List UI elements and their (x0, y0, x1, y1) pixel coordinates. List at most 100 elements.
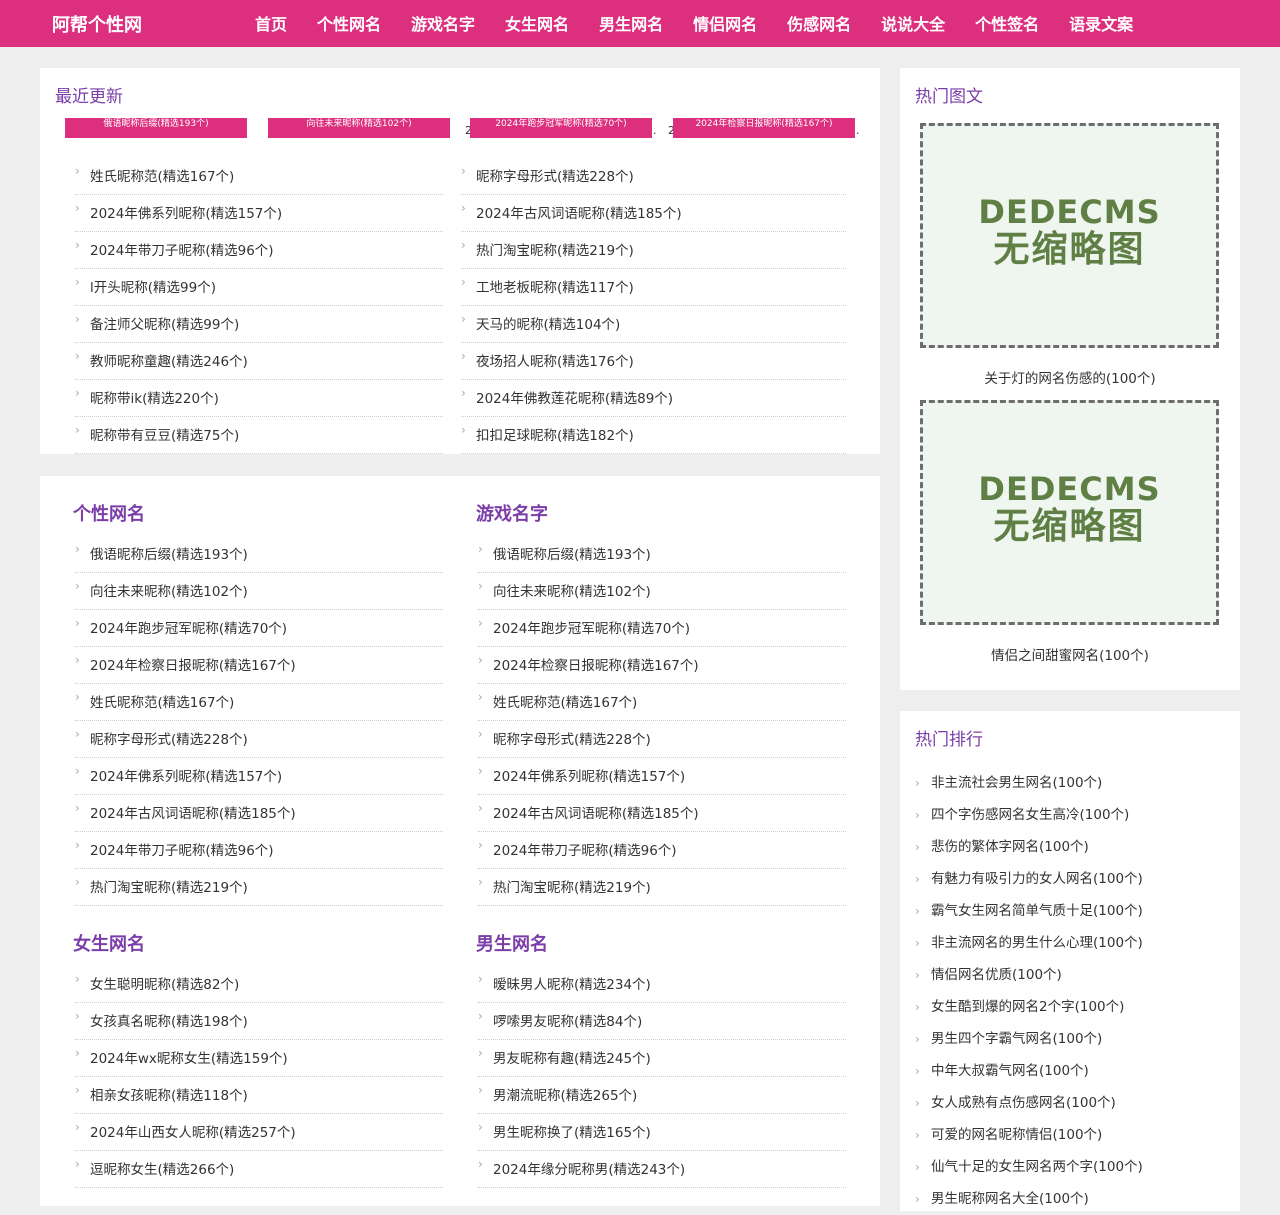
nav-item-qinglv[interactable]: 情侣网名 (678, 0, 772, 47)
rank-item[interactable]: › 非主流社会男生网名(100个) (915, 767, 1225, 799)
rank-item[interactable]: › 非主流网名的男生什么心理(100个) (915, 927, 1225, 959)
list-item[interactable]: › 2024年缘分昵称男(精选243个) (478, 1151, 846, 1188)
nav-item-gexing[interactable]: 个性网名 (302, 0, 396, 47)
list-item[interactable]: › 2024年带刀子昵称(精选96个) (75, 232, 443, 269)
list-item[interactable]: › 2024年跑步冠军昵称(精选70个) (75, 610, 443, 647)
list-item-label: 扣扣足球昵称(精选182个) (476, 428, 634, 444)
list-item[interactable]: › 俄语昵称后缀(精选193个) (478, 536, 846, 573)
list-item[interactable]: › 向往未来昵称(精选102个) (75, 573, 443, 610)
nav-item-yulu[interactable]: 语录文案 (1054, 0, 1148, 47)
list-item[interactable]: › 姓氏昵称范(精选167个) (75, 684, 443, 721)
category-title-youxi[interactable]: 游戏名字 (476, 500, 548, 526)
thumbnail-placeholder-image[interactable]: DEDECMS 无缩略图 (920, 400, 1219, 625)
thumbnail-placeholder-image[interactable]: DEDECMS 无缩略图 (920, 123, 1219, 348)
rank-item[interactable]: › 霸气女生网名简单气质十足(100个) (915, 895, 1225, 927)
recent-thumb[interactable]: 2024年检察日报昵称(精选167个) (673, 118, 855, 138)
list-item[interactable]: › 2024年佛教莲花昵称(精选89个) (461, 380, 846, 417)
rank-item[interactable]: › 四个字伤感网名女生高冷(100个) (915, 799, 1225, 831)
list-item[interactable]: › 姓氏昵称范(精选167个) (75, 158, 443, 195)
list-item[interactable]: › 2024年wx昵称女生(精选159个) (75, 1040, 443, 1077)
nav-item-youxi[interactable]: 游戏名字 (396, 0, 490, 47)
list-item[interactable]: › 扣扣足球昵称(精选182个) (461, 417, 846, 454)
hot-image-caption[interactable]: 情侣之间甜蜜网名(100个) (900, 644, 1240, 664)
chevron-right-icon: › (75, 542, 80, 556)
rank-item[interactable]: › 女生酷到爆的网名2个字(100个) (915, 991, 1225, 1023)
chevron-right-icon: › (478, 1083, 483, 1097)
list-item[interactable]: › 逗昵称女生(精选266个) (75, 1151, 443, 1188)
list-item[interactable]: › 2024年检察日报昵称(精选167个) (75, 647, 443, 684)
list-item[interactable]: › 昵称字母形式(精选228个) (75, 721, 443, 758)
chevron-right-icon: › (478, 579, 483, 593)
list-item[interactable]: › 暧昧男人昵称(精选234个) (478, 966, 846, 1003)
rank-item[interactable]: › 男生四个字霸气网名(100个) (915, 1023, 1225, 1055)
list-item[interactable]: › 2024年跑步冠军昵称(精选70个) (478, 610, 846, 647)
list-item[interactable]: › 女孩真名昵称(精选198个) (75, 1003, 443, 1040)
recent-thumb[interactable]: 2024年跑步冠军昵称(精选70个) (470, 118, 652, 138)
rank-item[interactable]: › 可爱的网名昵称情侣(100个) (915, 1119, 1225, 1151)
list-item[interactable]: › 2024年带刀子昵称(精选96个) (478, 832, 846, 869)
hot-rank-list: › 非主流社会男生网名(100个) › 四个字伤感网名女生高冷(100个) › 悲伤的… (915, 767, 1225, 1215)
list-item[interactable]: › 男潮流昵称(精选265个) (478, 1077, 846, 1114)
recent-updates-panel: 最近更新 俄语昵称后缀(精选193个) 向往未来昵称(精选102个) 2 202… (40, 68, 880, 454)
list-item[interactable]: › 2024年佛系列昵称(精选157个) (478, 758, 846, 795)
list-item[interactable]: › 相亲女孩昵称(精选118个) (75, 1077, 443, 1114)
rank-item[interactable]: › 情侣网名优质(100个) (915, 959, 1225, 991)
list-item[interactable]: › 男友昵称有趣(精选245个) (478, 1040, 846, 1077)
rank-item[interactable]: › 女人成熟有点伤感网名(100个) (915, 1087, 1225, 1119)
list-item[interactable]: › 昵称字母形式(精选228个) (478, 721, 846, 758)
rank-item[interactable]: › 中年大叔霸气网名(100个) (915, 1055, 1225, 1087)
list-item[interactable]: › 备注师父昵称(精选99个) (75, 306, 443, 343)
list-item[interactable]: › 啰嗦男友昵称(精选84个) (478, 1003, 846, 1040)
nav-item-shuoshuo[interactable]: 说说大全 (866, 0, 960, 47)
list-item[interactable]: › 热门淘宝昵称(精选219个) (478, 869, 846, 906)
site-logo[interactable]: 阿帮个性网 (52, 11, 142, 37)
category-title-nvsheng[interactable]: 女生网名 (73, 930, 145, 956)
list-item[interactable]: › 2024年检察日报昵称(精选167个) (478, 647, 846, 684)
list-item[interactable]: › 姓氏昵称范(精选167个) (478, 684, 846, 721)
rank-item[interactable]: › 悲伤的繁体字网名(100个) (915, 831, 1225, 863)
chevron-right-icon: › (75, 972, 80, 986)
list-item[interactable]: › 2024年古风词语昵称(精选185个) (75, 795, 443, 832)
nav-item-shanggan[interactable]: 伤感网名 (772, 0, 866, 47)
rank-item[interactable]: › 有魅力有吸引力的女人网名(100个) (915, 863, 1225, 895)
list-item[interactable]: › 2024年带刀子昵称(精选96个) (75, 832, 443, 869)
list-item-label: 教师昵称童趣(精选246个) (90, 354, 248, 370)
list-item[interactable]: › 工地老板昵称(精选117个) (461, 269, 846, 306)
list-item[interactable]: › 向往未来昵称(精选102个) (478, 573, 846, 610)
hot-image-caption[interactable]: 关于灯的网名伤感的(100个) (900, 367, 1240, 387)
rank-item[interactable]: › 男生昵称网名大全(100个) (915, 1183, 1225, 1215)
list-item[interactable]: › 俄语昵称后缀(精选193个) (75, 536, 443, 573)
list-item[interactable]: › 天马的昵称(精选104个) (461, 306, 846, 343)
list-item[interactable]: › 2024年古风词语昵称(精选185个) (478, 795, 846, 832)
nav-item-nvsheng[interactable]: 女生网名 (490, 0, 584, 47)
category-title-nansheng[interactable]: 男生网名 (476, 930, 548, 956)
list-item[interactable]: › 热门淘宝昵称(精选219个) (75, 869, 443, 906)
list-item[interactable]: › 女生聪明昵称(精选82个) (75, 966, 443, 1003)
list-item[interactable]: › 昵称带有豆豆(精选75个) (75, 417, 443, 454)
chevron-right-icon: › (75, 312, 80, 326)
list-item[interactable]: › 男生昵称换了(精选165个) (478, 1114, 846, 1151)
list-item[interactable]: › l开头昵称(精选99个) (75, 269, 443, 306)
nav-item-qianming[interactable]: 个性签名 (960, 0, 1054, 47)
rank-item-label: 女生酷到爆的网名2个字(100个) (931, 999, 1125, 1015)
list-item-label: 2024年古风词语昵称(精选185个) (476, 206, 682, 222)
list-item[interactable]: › 教师昵称童趣(精选246个) (75, 343, 443, 380)
list-item[interactable]: › 2024年佛系列昵称(精选157个) (75, 758, 443, 795)
list-item-label: 啰嗦男友昵称(精选84个) (493, 1014, 643, 1030)
list-item[interactable]: › 昵称字母形式(精选228个) (461, 158, 846, 195)
recent-thumb[interactable]: 俄语昵称后缀(精选193个) (65, 118, 247, 138)
list-item[interactable]: › 夜场招人昵称(精选176个) (461, 343, 846, 380)
list-item[interactable]: › 2024年山西女人昵称(精选257个) (75, 1114, 443, 1151)
chevron-right-icon: › (461, 423, 466, 437)
list-item[interactable]: › 昵称带ik(精选220个) (75, 380, 443, 417)
list-item-label: 2024年佛系列昵称(精选157个) (90, 769, 283, 785)
list-item[interactable]: › 2024年古风词语昵称(精选185个) (461, 195, 846, 232)
nav-item-nansheng[interactable]: 男生网名 (584, 0, 678, 47)
list-item[interactable]: › 2024年佛系列昵称(精选157个) (75, 195, 443, 232)
list-item[interactable]: › 热门淘宝昵称(精选219个) (461, 232, 846, 269)
recent-thumb[interactable]: 向往未来昵称(精选102个) (268, 118, 450, 138)
nav-item-home[interactable]: 首页 (240, 0, 302, 47)
chevron-right-icon: › (75, 838, 80, 852)
category-title-gexing[interactable]: 个性网名 (73, 500, 145, 526)
rank-item[interactable]: › 仙气十足的女生网名两个字(100个) (915, 1151, 1225, 1183)
